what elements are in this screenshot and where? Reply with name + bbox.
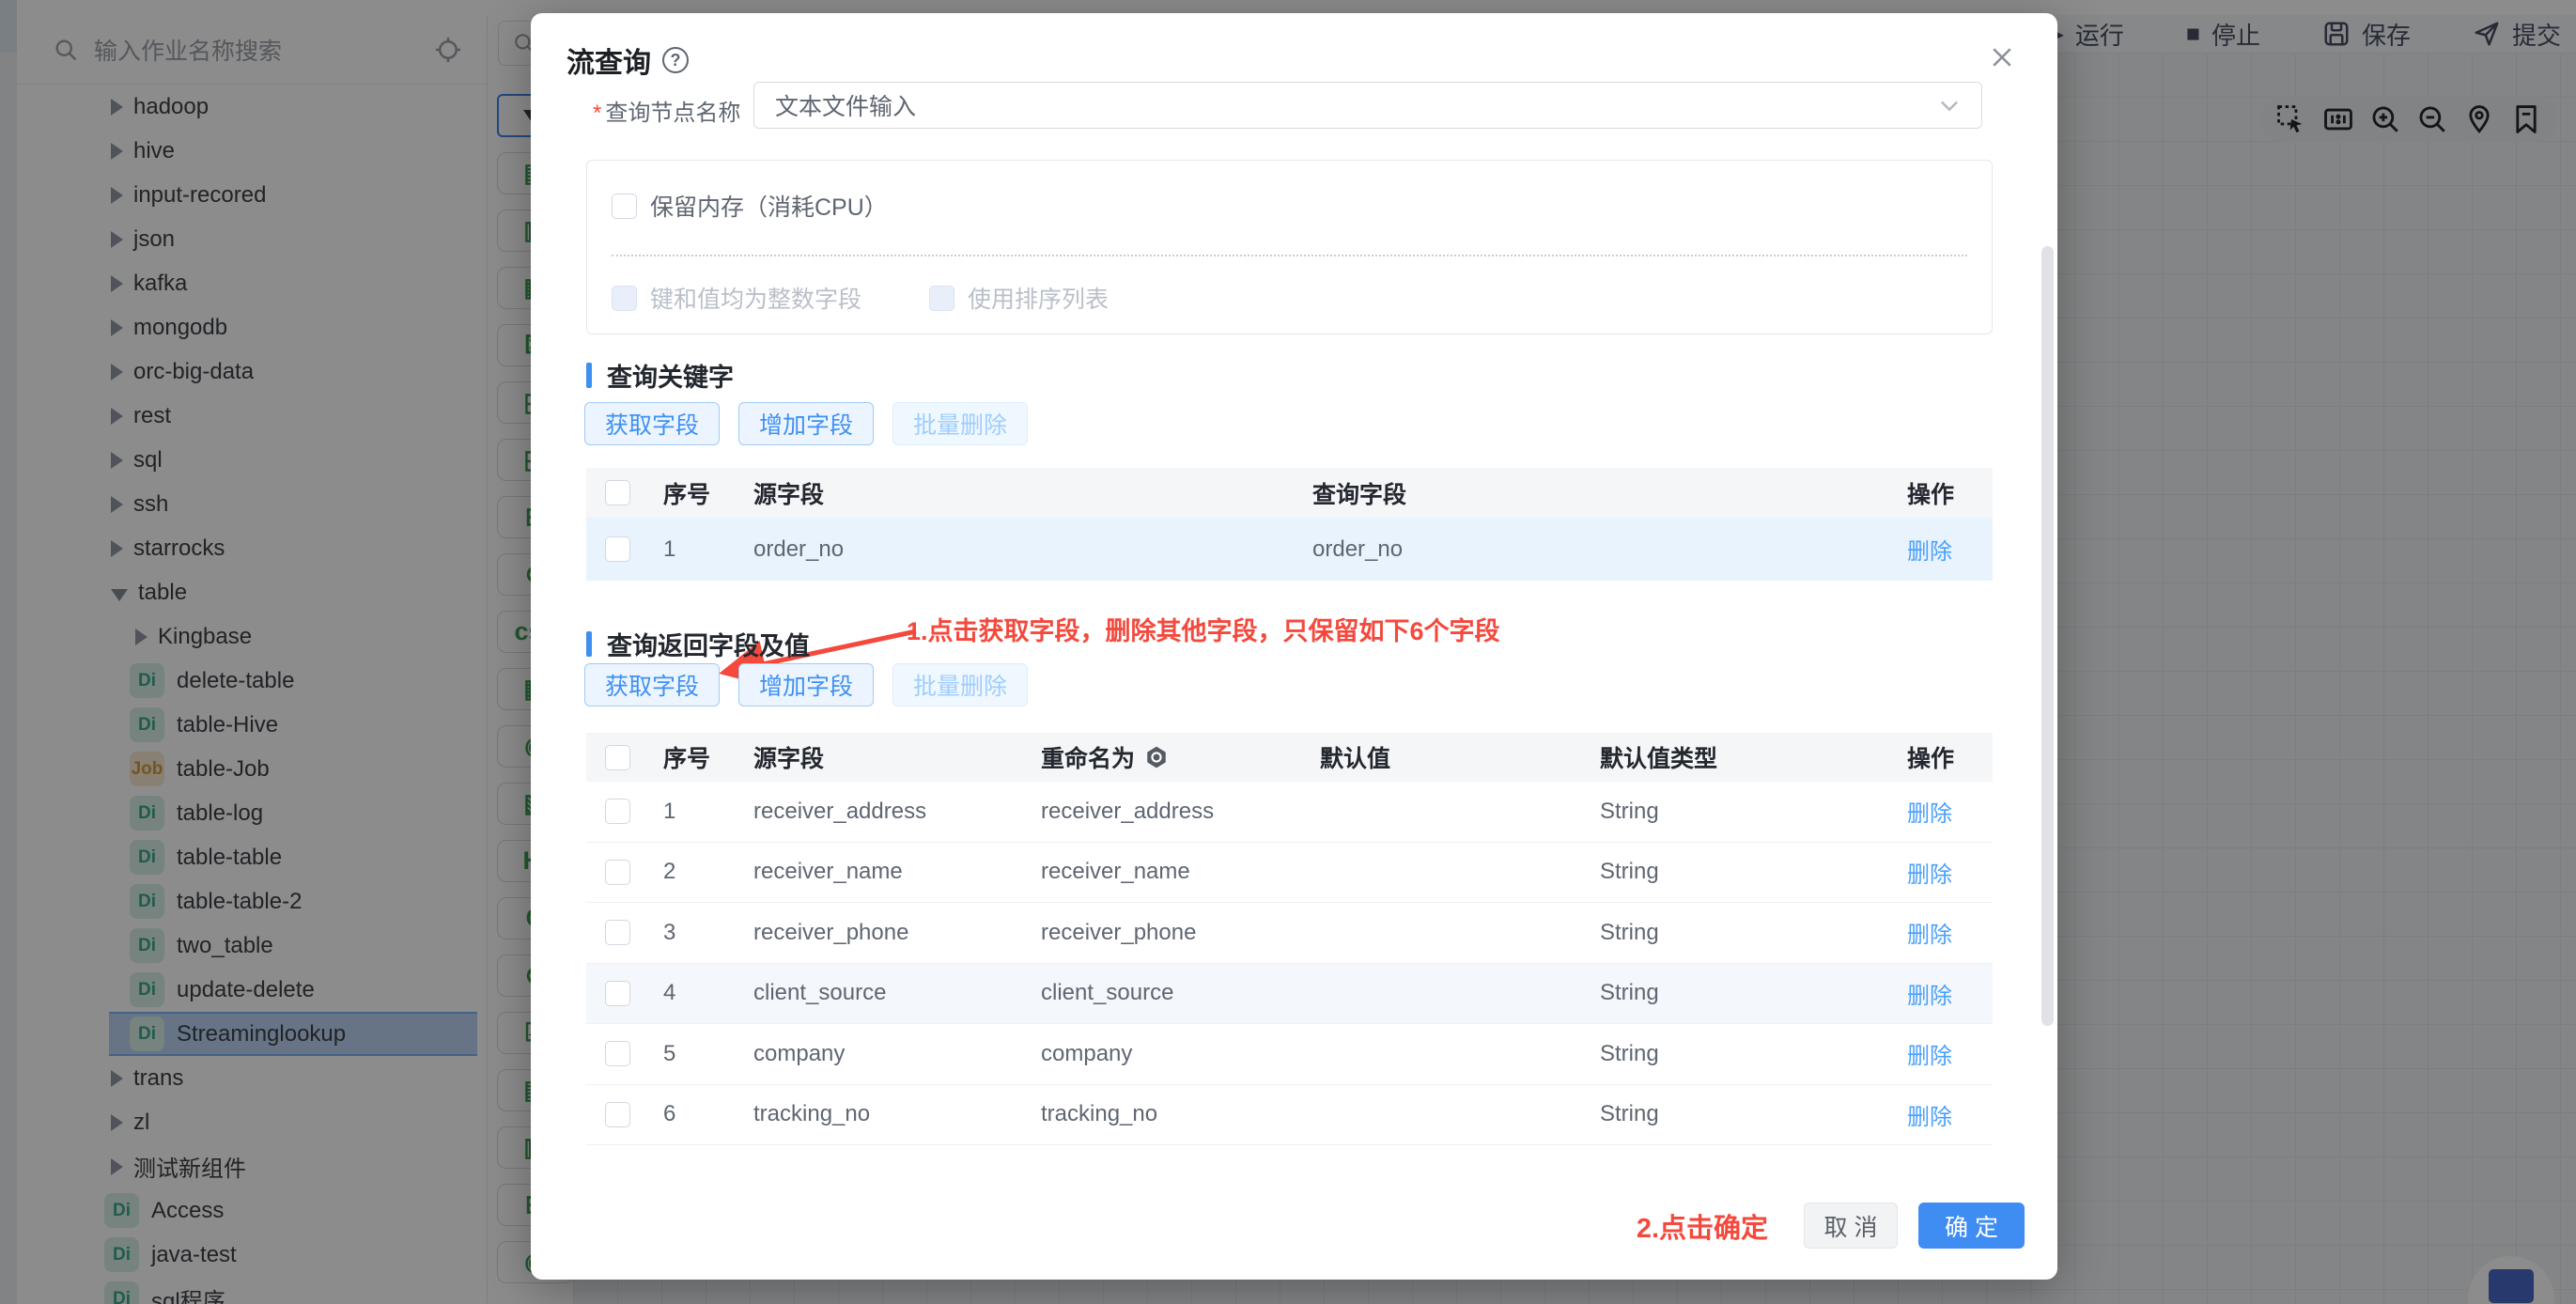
chevron-down-icon — [1936, 92, 1963, 118]
options-group: 保留内存（消耗CPU） 键和值均为整数字段 使用排序列表 — [586, 160, 1993, 334]
row-checkbox[interactable] — [605, 920, 630, 945]
app-window: 输入作业名称搜索 hadoop hive — [0, 0, 2576, 1304]
delete-row-link[interactable]: 删除 — [1865, 782, 1993, 842]
delete-row-link[interactable]: 删除 — [1865, 843, 1993, 903]
tutorial-annotation-2: 2.点击确定 — [1637, 1206, 1768, 1246]
node-name-label: *查询节点名称 — [593, 94, 740, 127]
table-row: 2 receiver_name receiver_name String 删除 — [586, 843, 1993, 904]
get-fields-button[interactable]: 获取字段 — [584, 402, 720, 445]
rename-settings-icon[interactable] — [1144, 745, 1169, 769]
return-fields-table: 序号 源字段 重命名为 默认值 默认值类型 操作 1 receiver_addr… — [586, 733, 1993, 1145]
confirm-button[interactable]: 确 定 — [1918, 1203, 2025, 1249]
node-name-select[interactable]: 文本文件输入 — [753, 82, 1982, 129]
row-checkbox[interactable] — [605, 1041, 630, 1066]
table-row: 1 order_no order_no 删除 — [586, 518, 1993, 581]
delete-row-link[interactable]: 删除 — [1865, 903, 1993, 963]
batch-delete-button: 批量删除 — [892, 402, 1028, 445]
dialog-footer: 2.点击确定 取 消 确 定 — [1637, 1203, 2025, 1249]
table-row: 5 company company String 删除 — [586, 1024, 1993, 1085]
select-all-checkbox[interactable] — [605, 480, 630, 505]
keep-memory-checkbox[interactable] — [612, 194, 637, 219]
stream-query-dialog: 流查询 ? *查询节点名称 文本文件输入 保留内存（消耗CPU） 键和值均为整数… — [531, 13, 2057, 1280]
row-checkbox[interactable] — [605, 1102, 630, 1127]
return-fields-actions: 获取字段 增加字段 批量删除 — [584, 663, 1028, 706]
table-header: 序号 源字段 查询字段 操作 — [586, 468, 1993, 518]
section-query-keys: 查询关键字 — [586, 357, 734, 394]
modal-scrollbar-thumb[interactable] — [2041, 246, 2054, 1026]
table-header: 序号 源字段 重命名为 默认值 默认值类型 操作 — [586, 733, 1993, 782]
row-checkbox[interactable] — [605, 860, 630, 885]
query-keys-table: 序号 源字段 查询字段 操作 1 order_no order_no 删除 — [586, 468, 1993, 581]
delete-row-link[interactable]: 删除 — [1893, 518, 1993, 581]
sorted-list-checkbox — [929, 286, 954, 311]
sub-options: 键和值均为整数字段 使用排序列表 — [612, 281, 1109, 315]
add-field-button[interactable]: 增加字段 — [738, 402, 874, 445]
row-checkbox[interactable] — [605, 536, 630, 562]
delete-row-link[interactable]: 删除 — [1865, 1085, 1993, 1145]
delete-row-link[interactable]: 删除 — [1865, 1024, 1993, 1084]
dialog-title: 流查询 ? — [566, 39, 689, 81]
table-row: 3 receiver_phone receiver_phone String 删… — [586, 903, 1993, 964]
cancel-button[interactable]: 取 消 — [1804, 1203, 1898, 1249]
options-divider — [612, 255, 1967, 256]
table-row: 1 receiver_address receiver_address Stri… — [586, 782, 1993, 843]
table-row: 4 client_source client_source String 删除 — [586, 964, 1993, 1025]
add-field-button[interactable]: 增加字段 — [738, 663, 874, 706]
keep-memory-option: 保留内存（消耗CPU） — [612, 189, 888, 223]
delete-row-link[interactable]: 删除 — [1865, 964, 1993, 1024]
select-all-checkbox[interactable] — [605, 745, 630, 770]
get-fields-button[interactable]: 获取字段 — [584, 663, 720, 706]
row-checkbox[interactable] — [605, 981, 630, 1006]
int-fields-checkbox — [612, 286, 637, 311]
table-row: 6 tracking_no tracking_no String 删除 — [586, 1085, 1993, 1146]
close-icon[interactable] — [1988, 43, 2016, 71]
section-return-fields: 查询返回字段及值 — [586, 626, 810, 662]
query-keys-actions: 获取字段 增加字段 批量删除 — [584, 402, 1028, 445]
help-icon[interactable]: ? — [662, 47, 689, 73]
row-checkbox[interactable] — [605, 799, 630, 824]
batch-delete-button: 批量删除 — [892, 663, 1028, 706]
tutorial-annotation-1: 1.点击获取字段，删除其他字段，只保留如下6个字段 — [907, 611, 1500, 647]
